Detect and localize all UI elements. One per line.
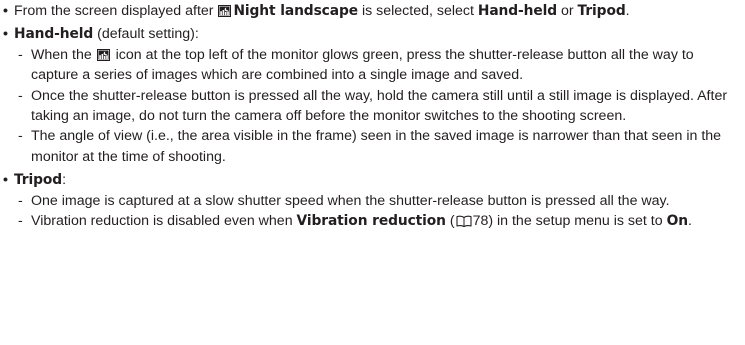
sub-list-container: - When the icon at the top left of the m… bbox=[0, 45, 745, 167]
list-item: • Tripod: bbox=[0, 170, 745, 190]
sub-list-item: - Vibration reduction is disabled even w… bbox=[0, 211, 745, 231]
bullet-list: • From the screen displayed after Night … bbox=[0, 0, 745, 231]
sub-list: - One image is captured at a slow shutte… bbox=[0, 191, 745, 232]
bullet-marker: • bbox=[3, 172, 8, 189]
sub-list-item: - When the icon at the top left of the m… bbox=[18, 46, 694, 84]
night-landscape-icon bbox=[96, 48, 110, 61]
night-landscape-label: Night landscape bbox=[233, 3, 358, 19]
tripod-heading: Tripod bbox=[14, 172, 63, 189]
bullet-marker: • bbox=[3, 3, 8, 19]
dash-marker: - bbox=[18, 213, 23, 230]
hand-held-heading: Hand-held bbox=[14, 26, 94, 43]
sub-list: - When the icon at the top left of the m… bbox=[0, 45, 745, 167]
list-item: • From the screen displayed after Night … bbox=[0, 1, 745, 21]
dash-marker: - bbox=[18, 46, 23, 63]
dash-marker: - bbox=[18, 128, 23, 145]
sub-list-item: - Once the shutter-release button is pre… bbox=[18, 87, 728, 125]
night-landscape-icon bbox=[218, 5, 232, 17]
hand-held-label: Hand-held bbox=[477, 3, 558, 19]
sub-list-item: - The angle of view (i.e., the area visi… bbox=[18, 128, 722, 165]
page-reference[interactable]: 78 bbox=[473, 213, 489, 229]
sub-list-item: - One image is captured at a slow shutte… bbox=[0, 191, 745, 211]
tripod-label: Tripod bbox=[577, 3, 626, 19]
book-reference-icon bbox=[456, 215, 472, 228]
vibration-reduction-label: Vibration reduction bbox=[296, 213, 446, 230]
manual-page: • From the screen displayed after Night … bbox=[0, 0, 745, 345]
on-setting-label: On bbox=[666, 213, 688, 230]
dash-marker: - bbox=[18, 87, 23, 104]
dash-marker: - bbox=[18, 192, 23, 209]
list-item: • Hand-held (default setting): bbox=[0, 24, 745, 44]
sub-list-container: - One image is captured at a slow shutte… bbox=[0, 191, 745, 232]
bullet-marker: • bbox=[3, 26, 8, 43]
